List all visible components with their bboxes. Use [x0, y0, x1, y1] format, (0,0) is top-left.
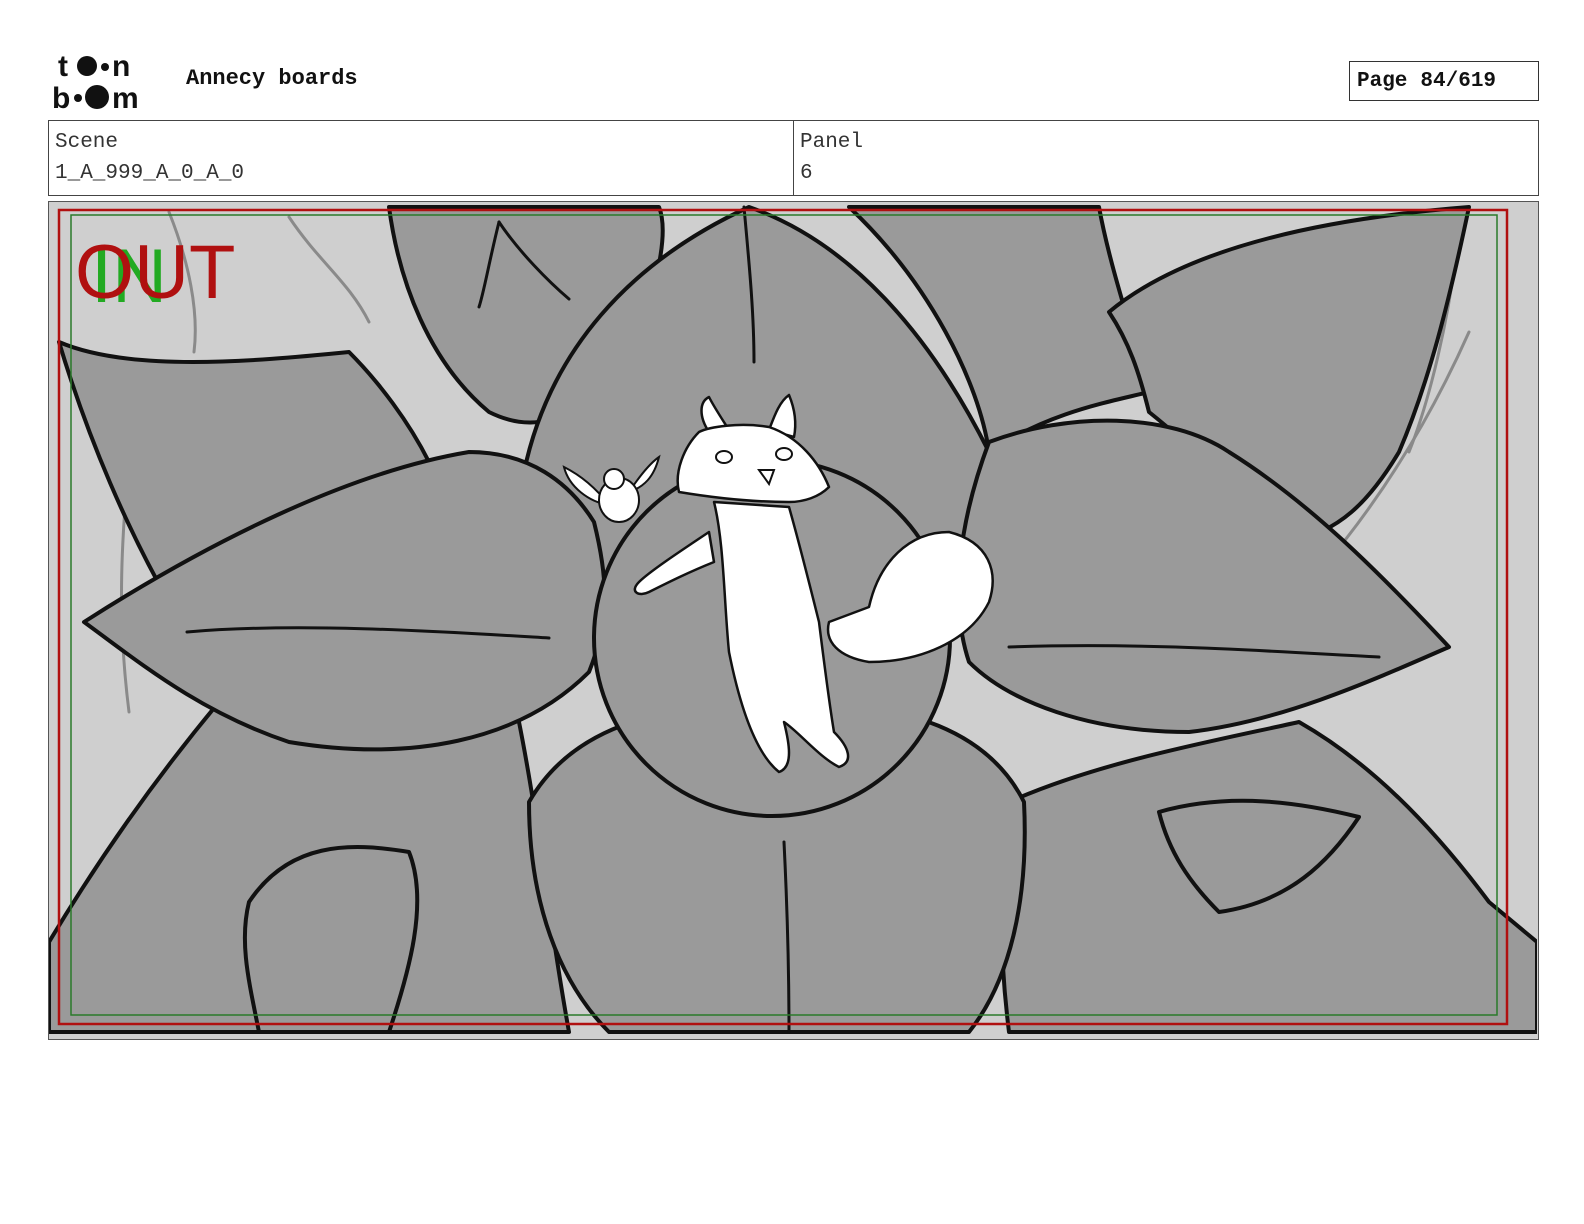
out-marker: OUT	[75, 230, 235, 315]
page-indicator: Page 84/619	[1349, 61, 1539, 101]
scene-panel-info: Scene 1_A_999_A_0_A_0 Panel 6	[48, 120, 1539, 196]
panel-drawing: IN OUT	[49, 202, 1537, 1038]
panel-cell: Panel 6	[793, 121, 1538, 195]
panel-label: Panel	[800, 131, 864, 154]
page-label: Page	[1357, 69, 1408, 93]
svg-text:m: m	[112, 82, 139, 112]
document-title: Annecy boards	[186, 66, 358, 91]
svg-text:t: t	[58, 50, 68, 83]
scene-cell: Scene 1_A_999_A_0_A_0	[49, 121, 793, 195]
svg-text:n: n	[112, 50, 130, 83]
svg-text:b: b	[52, 82, 70, 112]
toon-boom-logo: t n b m	[52, 50, 139, 112]
scene-label: Scene	[55, 131, 119, 154]
scene-value: 1_A_999_A_0_A_0	[55, 162, 245, 185]
storyboard-panel: IN OUT	[48, 201, 1539, 1040]
panel-value: 6	[800, 162, 813, 185]
page-number: 84/619	[1420, 69, 1497, 93]
